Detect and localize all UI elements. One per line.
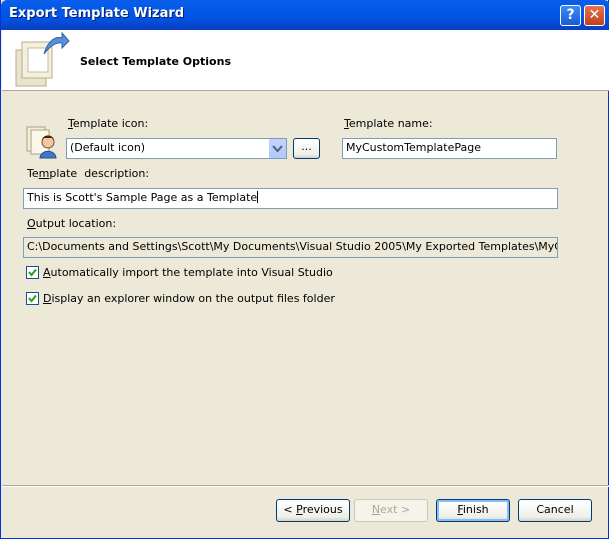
auto-import-label[interactable]: Automatically import the template into V… — [43, 266, 333, 279]
template-icon-select[interactable]: (Default icon) — [66, 138, 287, 159]
next-button[interactable]: Next > — [354, 499, 428, 522]
template-name-input[interactable]: MyCustomTemplatePage — [342, 138, 557, 159]
label-text: emplate name: — [348, 117, 433, 130]
dialog-window: Export Template Wizard ? ✕ Select Templa… — [0, 0, 609, 539]
label-text: < — [283, 503, 297, 516]
mnemonic: A — [43, 266, 51, 279]
output-location-label: Output location: — [27, 217, 116, 230]
template-description-input[interactable]: This is Scott's Sample Page as a Templat… — [23, 188, 558, 209]
label-text: revious — [302, 503, 343, 516]
template-icon-value: (Default icon) — [70, 141, 146, 154]
footer-divider — [2, 485, 609, 487]
mnemonic: O — [27, 217, 36, 230]
label-text: isplay an explorer window on the output … — [51, 292, 335, 305]
template-description-value: This is Scott's Sample Page as a Templat… — [27, 191, 258, 204]
mnemonic: N — [371, 503, 381, 516]
template-wizard-icon — [12, 31, 70, 91]
mnemonic: m — [38, 167, 50, 180]
wizard-header: Select Template Options — [2, 30, 609, 91]
cancel-button[interactable]: Cancel — [518, 499, 592, 522]
explorer-window-label[interactable]: Display an explorer window on the output… — [43, 292, 335, 305]
label-text: Te — [27, 167, 39, 180]
title-bar[interactable]: Export Template Wizard ? ✕ — [1, 0, 609, 30]
help-button[interactable]: ? — [560, 5, 581, 26]
finish-button[interactable]: Finish — [436, 499, 510, 522]
label-text: utomatically import the template into Vi… — [50, 266, 333, 279]
label-text: emplate icon: — [72, 117, 149, 130]
explorer-window-checkbox[interactable] — [26, 292, 39, 305]
label-text: plate description: — [49, 167, 150, 180]
label-text: ext > — [380, 503, 411, 516]
browse-icon-button[interactable]: ... — [293, 138, 320, 159]
template-icon-preview — [26, 125, 58, 162]
checkmark-icon — [28, 294, 37, 303]
text-caret — [257, 191, 259, 203]
chevron-down-icon[interactable] — [268, 139, 286, 158]
template-description-label: Template description: — [27, 167, 149, 180]
close-button[interactable]: ✕ — [584, 5, 605, 26]
checkmark-icon — [28, 268, 37, 277]
header-title: Select Template Options — [80, 55, 231, 68]
label-text: utput location: — [35, 217, 117, 230]
label-text: inish — [462, 503, 489, 516]
template-icon-label: Template icon: — [68, 117, 148, 130]
template-name-label: Template name: — [344, 117, 433, 130]
previous-button[interactable]: < Previous — [276, 499, 350, 522]
output-location-field[interactable]: C:\Documents and Settings\Scott\My Docum… — [23, 237, 558, 258]
window-title: Export Template Wizard — [9, 6, 185, 21]
auto-import-checkbox[interactable] — [26, 266, 39, 279]
